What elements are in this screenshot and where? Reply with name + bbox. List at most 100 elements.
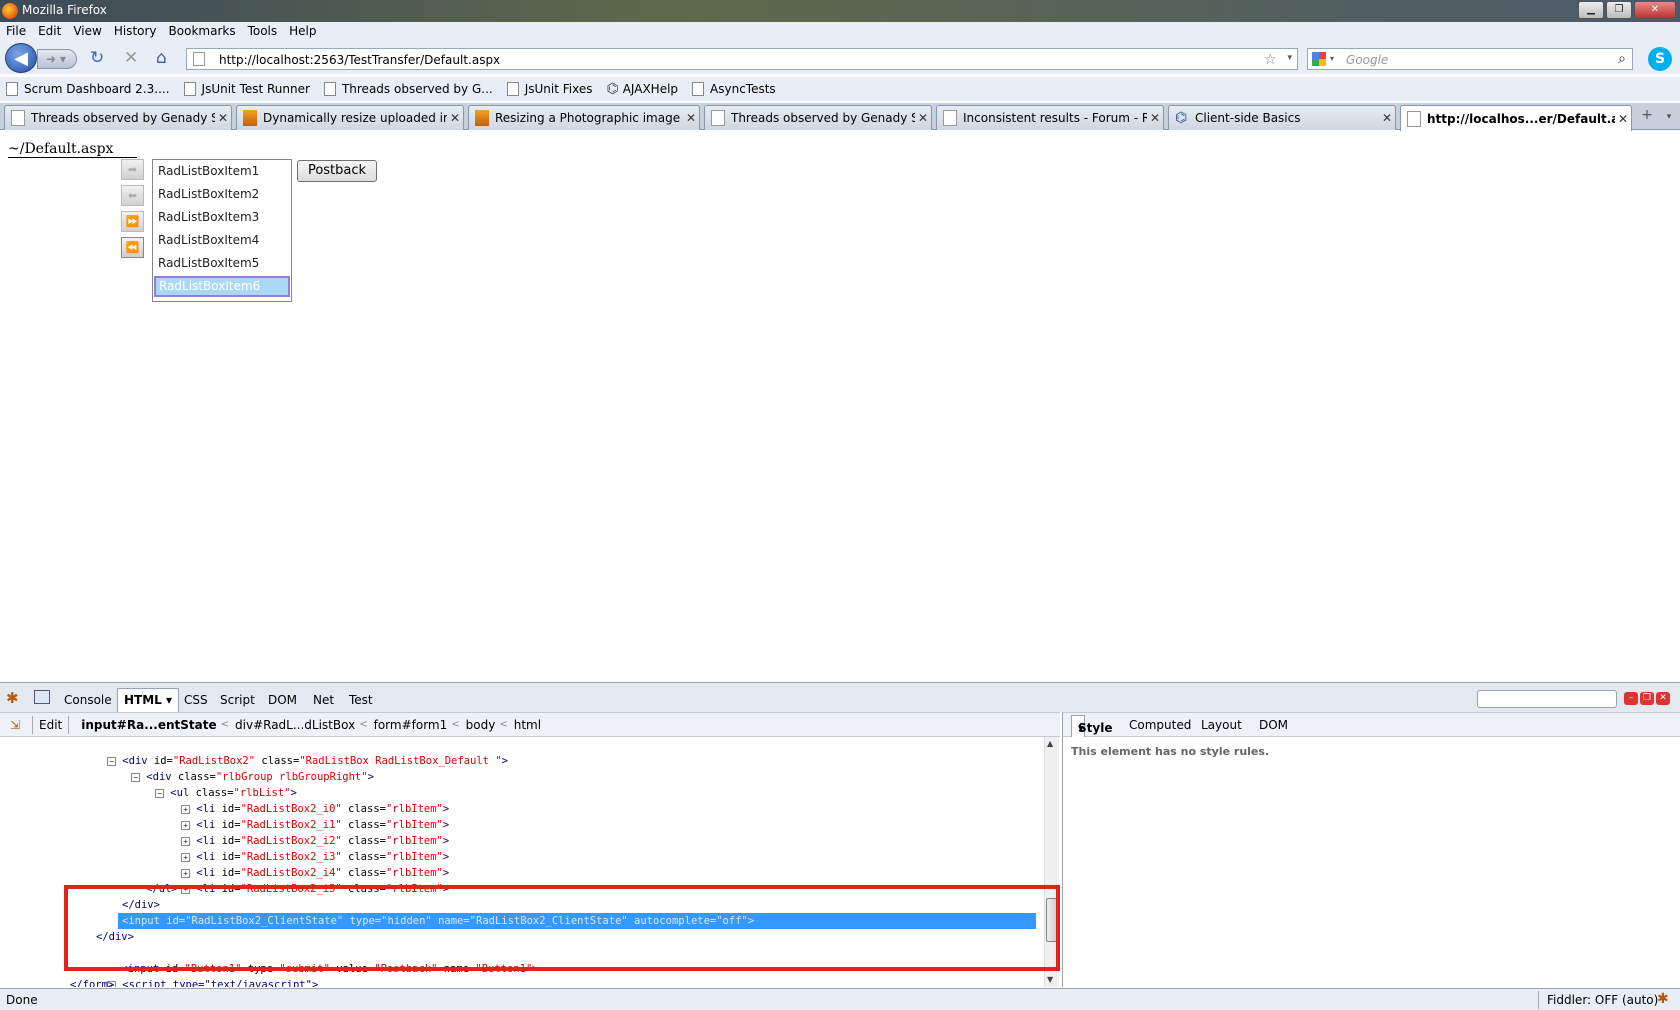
bookmark-item[interactable]: AsyncTests (692, 82, 776, 96)
skype-icon[interactable]: S (1648, 47, 1672, 71)
forward-button[interactable]: ➜ ▾ (37, 49, 77, 69)
code-line[interactable]: − <div id="RadListBox2" class="RadListBox… (82, 737, 508, 767)
firebug-tab-test[interactable]: Test (349, 693, 373, 707)
menu-edit[interactable]: Edit (32, 22, 67, 42)
google-icon[interactable] (1312, 52, 1326, 66)
back-button[interactable]: ◀ (5, 43, 37, 73)
bookmark-item[interactable]: Scrum Dashboard 2.3.... (6, 82, 170, 96)
browser-tab[interactable]: ⌬ Client-side Basics ✕ (1168, 105, 1396, 130)
search-icon[interactable]: ⌕ (1618, 51, 1626, 67)
page-icon (711, 110, 725, 126)
maximize-button[interactable]: ❐ (1606, 1, 1632, 19)
list-item[interactable]: RadListBoxItem3 (153, 206, 291, 229)
menu-view[interactable]: View (67, 22, 107, 42)
breadcrumb-item[interactable]: div#RadL...dListBox (235, 718, 355, 732)
url-dropdown-icon[interactable]: ▾ (1287, 53, 1292, 63)
bookmark-item[interactable]: Threads observed by G... (323, 82, 493, 96)
transfer-all-to-left-button[interactable]: ⏪ (121, 237, 144, 258)
bookmark-item[interactable]: ⌬ AJAXHelp (606, 81, 678, 97)
close-tab-icon[interactable]: ✕ (215, 111, 231, 125)
firebug-tab-script[interactable]: Script (220, 693, 255, 707)
code-line[interactable]: − <ul class="rlbList"> (130, 769, 297, 799)
firebug-tab-console[interactable]: Console (64, 693, 112, 707)
transfer-to-left-button[interactable]: ⬅ (121, 185, 144, 206)
browser-tab[interactable]: Threads observed by Genady Ser...✕ (704, 105, 932, 130)
side-tab-layout[interactable]: Layout (1201, 718, 1242, 732)
breadcrumb-item[interactable]: html (514, 718, 541, 732)
browser-tab[interactable]: Threads observed by Genady Ser...✕ (4, 105, 232, 130)
firebug-tab-net[interactable]: Net (313, 693, 334, 707)
close-tab-icon[interactable]: ✕ (1147, 111, 1163, 125)
bookmark-label: AsyncTests (710, 82, 776, 96)
menu-file[interactable]: File (0, 22, 32, 42)
code-line[interactable]: + <li id="RadListBox2_i5" class="rlbItem"… (156, 865, 449, 895)
scroll-down-icon[interactable]: ▼ (1047, 975, 1053, 984)
list-item-selected[interactable]: RadListBoxItem6 (154, 276, 290, 297)
minimize-button[interactable]: ▁ (1578, 1, 1604, 19)
bookmark-item[interactable]: JsUnit Test Runner (183, 82, 310, 96)
search-bar[interactable]: ▾ Google ⌕ (1307, 48, 1633, 70)
list-item[interactable]: RadListBoxItem2 (153, 183, 291, 206)
browser-tab[interactable]: Resizing a Photographic image ... ✕ (468, 105, 700, 130)
firebug-minimize-icon[interactable]: – (1624, 692, 1638, 705)
menu-tools[interactable]: Tools (242, 22, 284, 42)
close-tab-icon[interactable]: ✕ (1379, 111, 1395, 125)
list-item[interactable]: RadListBoxItem5 (153, 252, 291, 275)
transfer-to-right-button[interactable]: ➡ (121, 159, 144, 180)
inspect-element-icon[interactable]: ⇲ (4, 718, 26, 732)
firebug-icon[interactable]: ✱ (6, 689, 19, 707)
stop-icon[interactable]: ✕ (124, 49, 138, 67)
code-line[interactable]: + <li id="RadListBox2_i1" class="rlbItem"… (156, 801, 449, 831)
firebug-tab-css[interactable]: CSS (184, 693, 208, 707)
breadcrumb-item[interactable]: form#form1 (374, 718, 448, 732)
transfer-all-to-right-button[interactable]: ⏩ (121, 211, 144, 232)
close-window-button[interactable]: ✕ (1634, 1, 1676, 19)
postback-button[interactable]: Postback (297, 160, 377, 182)
separator (32, 715, 33, 734)
menu-help[interactable]: Help (283, 22, 322, 42)
edit-button[interactable]: Edit (39, 718, 62, 732)
search-engine-dropdown-icon[interactable]: ▾ (1330, 54, 1334, 63)
list-item[interactable]: RadListBoxItem4 (153, 229, 291, 252)
status-bar: Done Fiddler: OFF (auto) ✱ (0, 988, 1680, 1010)
url-bar[interactable]: http://localhost:2563/TestTransfer/Defau… (186, 48, 1298, 70)
list-item[interactable]: RadListBoxItem1 (153, 160, 291, 183)
firebug-tab-dom[interactable]: DOM (268, 693, 297, 707)
side-tab-computed[interactable]: Computed (1129, 718, 1191, 732)
side-tab-dom[interactable]: DOM (1259, 718, 1288, 732)
browser-tab[interactable]: Dynamically resize uploaded im... ✕ (236, 105, 464, 130)
bookmark-item[interactable]: JsUnit Fixes (506, 82, 592, 96)
reload-icon[interactable]: ↻ (90, 49, 104, 67)
firebug-close-icon[interactable]: ✕ (1656, 692, 1670, 705)
home-icon[interactable]: ⌂ (156, 49, 167, 67)
browser-tab-active[interactable]: http://localhos...er/Default.aspx✕ (1400, 105, 1632, 131)
code-line[interactable]: − <div class="rlbGroup rlbGroupRight"> (106, 753, 374, 783)
fiddler-status[interactable]: Fiddler: OFF (auto) (1547, 993, 1658, 1007)
code-line[interactable]: + <li id="RadListBox2_i4" class="rlbItem"… (156, 849, 449, 879)
firebug-detach-icon[interactable]: ❐ (1640, 692, 1654, 705)
code-line[interactable]: + <li id="RadListBox2_i0" class="rlbItem"… (156, 785, 449, 815)
scroll-up-icon[interactable]: ▲ (1047, 739, 1053, 748)
close-tab-icon[interactable]: ✕ (447, 111, 463, 125)
side-tab-style[interactable]: Style ▾ (1071, 715, 1112, 737)
firebug-status-icon[interactable]: ✱ (1657, 991, 1669, 1007)
menu-history[interactable]: History (108, 22, 163, 42)
code-line[interactable]: + <li id="RadListBox2_i2" class="rlbItem"… (156, 817, 449, 847)
tab-list-button[interactable]: ▾ (1660, 107, 1678, 127)
code-line[interactable]: + <li id="RadListBox2_i3" class="rlbItem"… (156, 833, 449, 863)
close-tab-icon[interactable]: ✕ (915, 111, 931, 125)
new-tab-button[interactable]: + (1636, 107, 1658, 127)
browser-tab[interactable]: Inconsistent results - Forum - Ra...✕ (936, 105, 1164, 130)
chevron-down-icon: ▾ (1078, 721, 1085, 735)
menu-bookmarks[interactable]: Bookmarks (163, 22, 242, 42)
firebug-search-input[interactable] (1477, 690, 1617, 708)
firebug-tab-html[interactable]: HTML ▾ (117, 688, 180, 712)
bookmark-star-icon[interactable]: ☆ (1264, 50, 1277, 68)
breadcrumb-item[interactable]: body (466, 718, 496, 732)
rad-listbox[interactable]: RadListBoxItem1 RadListBoxItem2 RadListB… (152, 159, 292, 302)
close-tab-icon[interactable]: ✕ (1615, 112, 1631, 126)
close-tab-icon[interactable]: ✕ (683, 111, 699, 125)
inspect-icon[interactable] (34, 690, 50, 704)
code-line[interactable]: </form> (70, 977, 114, 987)
breadcrumb-item[interactable]: input#Ra...entState (81, 718, 216, 732)
